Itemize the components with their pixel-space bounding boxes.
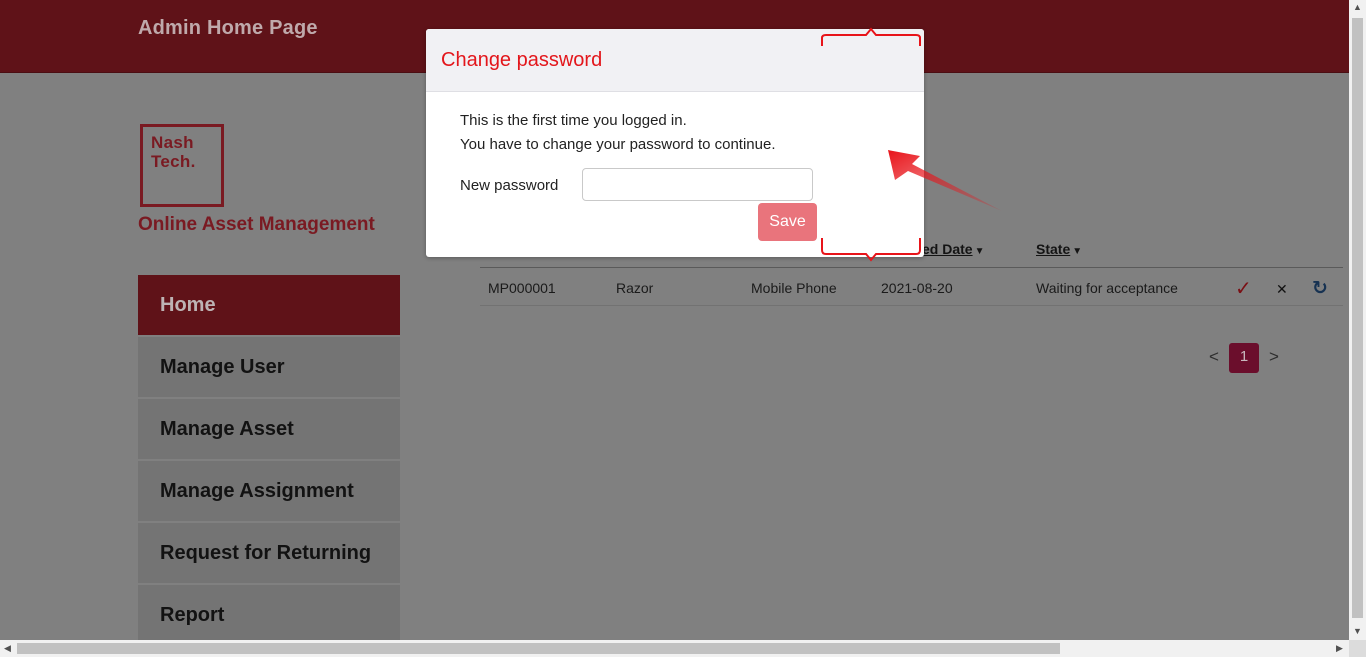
pagination-next[interactable]: > (1269, 347, 1279, 367)
cell-asset-code: MP000001 (488, 280, 556, 296)
check-icon[interactable]: ✓ (1235, 276, 1252, 301)
vertical-scroll-thumb[interactable] (1352, 18, 1363, 618)
modal-title: Change password (441, 49, 603, 71)
modal-header: Change password (426, 29, 924, 92)
cell-state: Waiting for acceptance (1036, 280, 1178, 296)
sidebar-item-report[interactable]: Report (138, 585, 400, 645)
nashtech-logo: Nash Tech. (140, 124, 224, 207)
sidebar-nav: Home Manage User Manage Asset Manage Ass… (138, 275, 400, 647)
cell-category: Mobile Phone (751, 280, 837, 296)
table-header-divider (480, 267, 1343, 268)
column-header-state[interactable]: State ▼ (1036, 241, 1082, 257)
horizontal-scrollbar[interactable]: ◀ ▶ (0, 640, 1349, 657)
modal-message-line-2: You have to change your password to cont… (460, 136, 776, 153)
app-title: Online Asset Management (138, 214, 375, 235)
sidebar-item-manage-user[interactable]: Manage User (138, 337, 400, 397)
new-password-input[interactable] (582, 168, 813, 201)
scroll-right-arrow[interactable]: ▶ (1336, 643, 1343, 654)
logo-line-2: Tech. (151, 152, 196, 171)
page-title: Admin Home Page (138, 17, 318, 39)
sidebar-item-manage-asset[interactable]: Manage Asset (138, 399, 400, 459)
refresh-icon[interactable]: ↻ (1312, 277, 1328, 300)
horizontal-scroll-thumb[interactable] (17, 643, 1060, 654)
table-row-divider (480, 305, 1343, 306)
cell-asset-name: Razor (616, 280, 654, 296)
column-header-assigned-date[interactable]: ed Date ▼ (922, 241, 984, 257)
scroll-down-arrow[interactable]: ▼ (1353, 626, 1362, 636)
save-button[interactable]: Save (758, 203, 817, 241)
logo-line-1: Nash (151, 133, 194, 152)
sidebar-item-home[interactable]: Home (138, 275, 400, 335)
scrollbar-corner (1349, 640, 1366, 657)
pagination-prev[interactable]: < (1209, 347, 1219, 367)
vertical-scrollbar[interactable]: ▲ ▼ (1349, 0, 1366, 640)
pagination-page-current[interactable]: 1 (1229, 343, 1259, 373)
new-password-label: New password (460, 177, 559, 194)
caret-down-icon: ▼ (974, 246, 985, 257)
change-password-modal: Change password This is the first time y… (426, 29, 924, 257)
sidebar-item-manage-assignment[interactable]: Manage Assignment (138, 461, 400, 521)
sidebar-item-request-for-returning[interactable]: Request for Returning (138, 523, 400, 583)
close-icon[interactable]: ✕ (1276, 281, 1288, 298)
scroll-left-arrow[interactable]: ◀ (4, 643, 11, 654)
modal-message-line-1: This is the first time you logged in. (460, 112, 687, 129)
caret-down-icon: ▼ (1072, 246, 1083, 257)
cell-assigned-date: 2021-08-20 (881, 280, 953, 296)
scroll-up-arrow[interactable]: ▲ (1353, 2, 1362, 12)
